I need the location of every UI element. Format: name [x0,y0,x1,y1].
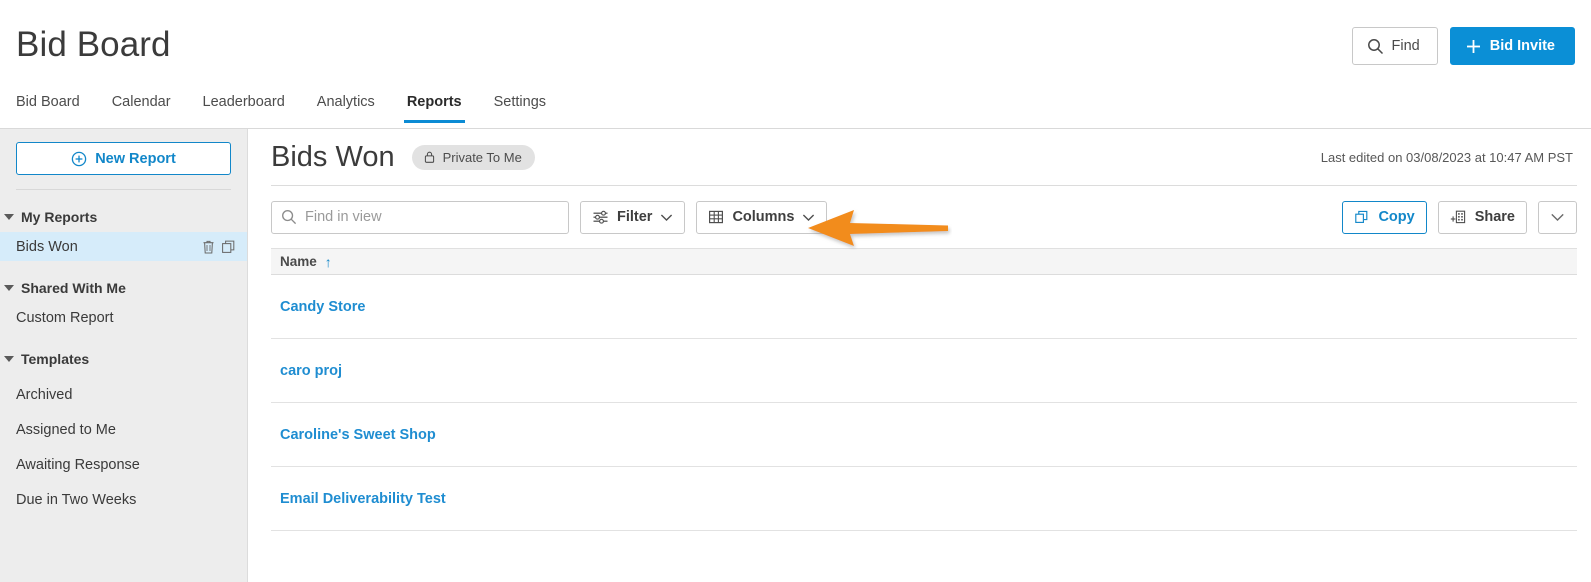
plus-circle-icon [71,151,87,167]
more-actions-button[interactable] [1538,200,1577,234]
sidebar-item-assigned-to-me[interactable]: Assigned to Me [0,415,247,444]
new-report-button[interactable]: New Report [16,142,231,175]
sidebar-item-label: Archived [16,386,73,403]
toolbar-right-actions: Copy Share [1331,200,1577,234]
app-header: Bid Board Find Bid Invite [0,0,1591,93]
app-root: Bid Board Find Bid Invite Bid Board Cale… [0,0,1591,582]
sidebar: New Report My Reports Bids Won Shared Wi… [0,129,247,582]
filter-button-label: Filter [617,209,653,225]
company-share-icon [1450,209,1467,225]
duplicate-icon[interactable] [221,239,237,255]
visibility-badge[interactable]: Private To Me [411,144,535,170]
sidebar-item-due-in-two-weeks[interactable]: Due in Two Weeks [0,485,247,514]
report-header: Bids Won Private To Me Last edited on 03… [248,129,1591,185]
chevron-down-icon [802,213,815,222]
find-button[interactable]: Find [1351,27,1438,65]
report-toolbar: Filter [248,186,1591,248]
sidebar-group-templates[interactable]: Templates [0,344,247,374]
sidebar-group-label: Templates [21,351,90,367]
lock-icon [423,150,436,164]
tab-bid-board[interactable]: Bid Board [16,93,98,122]
tab-leaderboard[interactable]: Leaderboard [203,93,303,122]
sidebar-item-archived[interactable]: Archived [0,380,247,409]
chevron-down-icon [4,356,14,362]
copy-icon [1354,209,1370,225]
columns-button-label: Columns [732,209,795,225]
columns-button[interactable]: Columns [696,200,828,234]
sidebar-item-bids-won[interactable]: Bids Won [0,232,247,261]
table-row[interactable]: Candy Store [271,275,1577,339]
bid-invite-label: Bid Invite [1489,38,1555,54]
table-row[interactable]: Email Deliverability Test [271,467,1577,531]
chevron-down-icon [4,214,14,220]
header-actions: Find Bid Invite [1351,27,1575,65]
row-name-link[interactable]: caro proj [280,363,342,379]
copy-button[interactable]: Copy [1342,200,1427,234]
sidebar-item-actions [201,239,237,255]
report-table: Name ↑ Candy Store caro proj Caroline's … [271,248,1577,549]
sidebar-group-label: My Reports [21,209,98,225]
chevron-down-icon [1550,212,1565,222]
tab-settings[interactable]: Settings [494,93,564,122]
filter-icon [592,209,609,225]
chevron-down-icon [660,213,673,222]
sidebar-item-awaiting-response[interactable]: Awaiting Response [0,450,247,479]
table-row-partial[interactable] [271,531,1577,549]
sidebar-item-label: Bids Won [16,238,78,255]
sidebar-item-label: Awaiting Response [16,456,140,473]
main-nav-tabs: Bid Board Calendar Leaderboard Analytics… [0,93,1591,129]
search-field-wrap [271,200,569,234]
sidebar-group-my-reports[interactable]: My Reports [0,202,247,232]
search-icon [1367,38,1384,55]
chevron-down-icon [4,285,14,291]
new-report-label: New Report [95,150,176,167]
last-edited-text: Last edited on 03/08/2023 at 10:47 AM PS… [1320,149,1573,165]
tab-analytics[interactable]: Analytics [317,93,393,122]
sidebar-item-label: Custom Report [16,309,114,326]
filter-button[interactable]: Filter [580,200,686,234]
search-icon [281,209,297,230]
report-title: Bids Won [271,141,395,173]
find-button-label: Find [1391,38,1420,54]
sidebar-item-label: Assigned to Me [16,421,116,438]
plus-icon [1465,38,1482,55]
trash-icon[interactable] [201,239,216,255]
column-header-name[interactable]: Name ↑ [280,254,332,269]
row-name-link[interactable]: Caroline's Sweet Shop [280,427,436,443]
bid-invite-button[interactable]: Bid Invite [1449,27,1575,65]
sidebar-group-shared-with-me[interactable]: Shared With Me [0,273,247,303]
search-input[interactable] [271,200,569,234]
sort-ascending-icon[interactable]: ↑ [325,255,332,269]
row-name-link[interactable]: Candy Store [280,299,365,315]
copy-button-label: Copy [1378,209,1415,225]
sidebar-divider [16,189,231,190]
body-split: New Report My Reports Bids Won Shared Wi… [0,129,1591,582]
tab-reports[interactable]: Reports [403,93,480,123]
sidebar-item-custom-report[interactable]: Custom Report [0,303,247,332]
sidebar-item-label: Due in Two Weeks [16,491,137,508]
visibility-badge-label: Private To Me [442,149,522,165]
columns-grid-icon [708,209,724,225]
page-title: Bid Board [16,25,171,64]
tab-calendar[interactable]: Calendar [112,93,189,122]
table-header-row: Name ↑ [271,248,1577,275]
main-content: Bids Won Private To Me Last edited on 03… [247,129,1591,582]
share-button-label: Share [1474,209,1515,225]
column-header-label: Name [280,254,317,269]
sidebar-group-label: Shared With Me [21,280,126,296]
share-button[interactable]: Share [1437,200,1527,234]
table-row[interactable]: Caroline's Sweet Shop [271,403,1577,467]
table-row[interactable]: caro proj [271,339,1577,403]
row-name-link[interactable]: Email Deliverability Test [280,491,446,507]
